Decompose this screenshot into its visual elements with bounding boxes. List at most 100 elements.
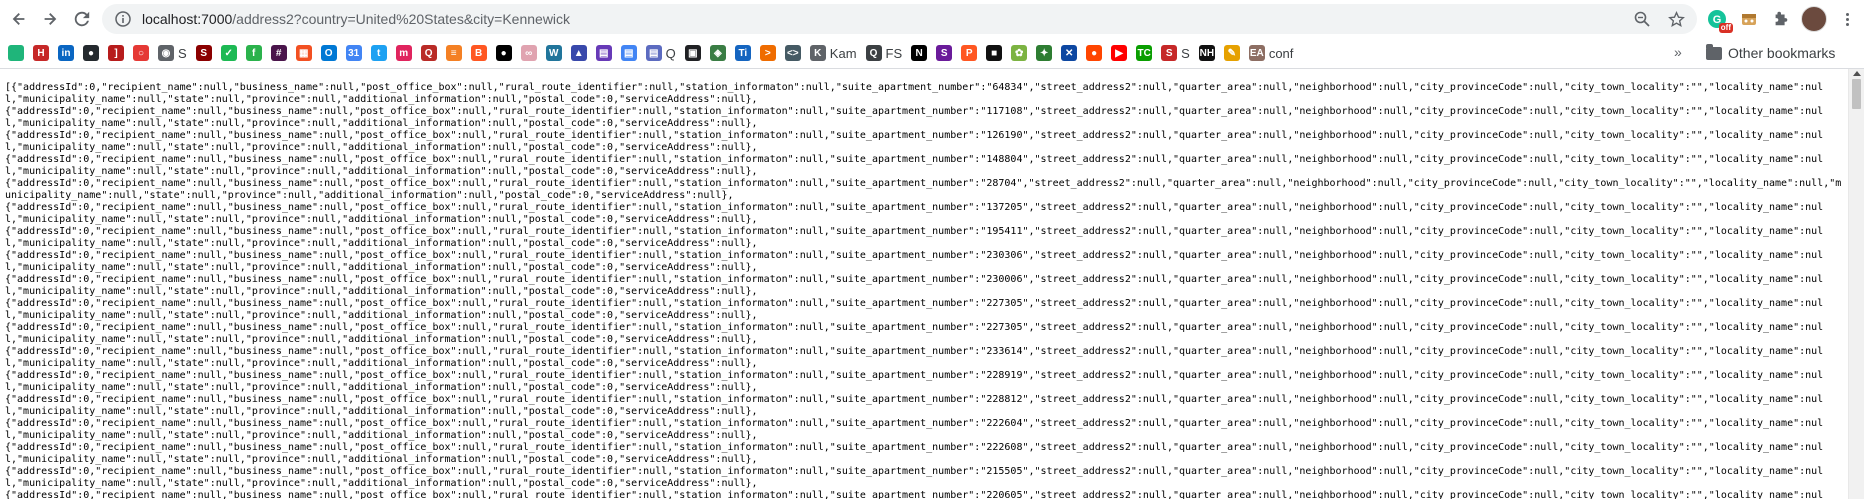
chat-icon: Q [865,45,882,61]
bookmark-item[interactable]: ≡ [445,42,462,64]
bookmark-item[interactable]: > [759,42,776,64]
vertical-scrollbar[interactable] [1848,69,1864,499]
bookmark-item[interactable]: ✓ [220,42,237,64]
arrow-icon: > [759,45,776,61]
bookmark-item[interactable]: ▲ [570,42,587,64]
bookmark-item[interactable]: ▶ [1111,42,1128,64]
sd-icon: S [936,45,953,61]
bookmark-item[interactable]: ✕ [1061,42,1078,64]
bookmark-item[interactable]: TC [1136,42,1153,64]
bookmarks-overflow-chevron-icon[interactable]: » [1674,44,1682,60]
linkedin-icon: in [58,45,74,61]
bookmark-item[interactable]: W [545,42,562,64]
medium-icon: ● [495,45,512,61]
bookmark-item[interactable]: ▣ [684,42,701,64]
extensions-puzzle-icon[interactable] [1769,7,1793,31]
calendar-icon: 31 [345,45,362,61]
red-bracket-icon: ] [108,45,124,61]
back-icon[interactable] [5,5,33,33]
profile-avatar[interactable] [1801,6,1827,32]
bookmark-item[interactable]: 31 [345,42,362,64]
bookmark-item[interactable]: S [936,42,953,64]
bookmark-item[interactable]: ● [83,42,99,64]
bookmark-item[interactable]: ■ [986,42,1003,64]
bookmark-item[interactable]: N [911,42,928,64]
bookmark-star-icon[interactable] [1665,8,1687,30]
wordpress-icon: W [545,45,562,61]
other-bookmarks-folder[interactable]: Other bookmarks [1706,42,1835,64]
bookmark-item[interactable]: Q [420,42,437,64]
chart-icon: ▲ [570,45,587,61]
bookmark-item[interactable]: ○ [133,42,149,64]
bookmark-item[interactable]: B [470,42,487,64]
bookmark-item[interactable]: ∞ [520,42,537,64]
bookmark-item[interactable]: EA conf [1248,42,1294,64]
bookmark-item[interactable]: f [245,42,262,64]
globe-icon: ◉ [158,45,174,61]
diamond-icon: ◈ [709,45,726,61]
bookmark-label: S [178,45,187,61]
extension-box-icon[interactable] [1737,7,1761,31]
grammarly-extension-icon[interactable]: G off [1705,7,1733,33]
tc-icon: TC [1136,45,1153,61]
bookmark-item[interactable]: H [33,42,49,64]
cube-icon [8,45,24,61]
url-text[interactable]: localhost:7000/address2?country=United%2… [142,11,570,27]
bookmark-item[interactable]: t [370,42,387,64]
bookmark-item[interactable]: ◈ [709,42,726,64]
bookmark-item[interactable]: ▤ [595,42,612,64]
youtube-icon: ▶ [1111,45,1128,61]
ti-icon: Ti [734,45,751,61]
zoom-icon[interactable] [1631,8,1653,30]
kam-icon: K [809,45,826,61]
nh-icon: NH [1198,45,1215,61]
bookmark-item[interactable]: K Kam [809,42,857,64]
bookmark-label: Q [665,45,676,61]
bookmark-item[interactable]: Q FS [865,42,902,64]
other-bookmarks-label: Other bookmarks [1728,45,1836,61]
bookmark-item[interactable]: ▤ [620,42,637,64]
bookmark-item[interactable]: ◉ S [158,42,187,64]
bookmark-item[interactable]: Ti [734,42,751,64]
leaf-icon: ✿ [1011,45,1028,61]
bookmark-item[interactable]: ✎ [1223,42,1240,64]
bookmark-item[interactable]: O [320,42,337,64]
bookmark-item[interactable]: ✦ [1036,42,1053,64]
browser-menu-icon[interactable] [1835,7,1859,31]
feedly-icon: f [245,45,262,61]
bookmark-item[interactable]: ✿ [1011,42,1028,64]
bookmark-label: S [1181,45,1190,61]
bookmark-item[interactable]: P [961,42,978,64]
outlook-icon: O [320,45,337,61]
bookmark-label: conf [1268,45,1294,61]
bookmark-item[interactable]: NH [1198,42,1215,64]
bookmark-item[interactable]: m [395,42,412,64]
bookmark-item[interactable]: ▦ [295,42,312,64]
info-icon[interactable] [114,10,132,28]
reload-icon[interactable] [68,5,96,33]
bookmark-item[interactable]: ] [108,42,124,64]
address-bar[interactable]: localhost:7000/address2?country=United%2… [102,4,1697,34]
bookmark-item[interactable]: ● [495,42,512,64]
qr-icon: ▣ [684,45,701,61]
bookmark-item[interactable]: <> [784,42,801,64]
notion-icon: N [911,45,928,61]
bookmark-item[interactable]: ● [1086,42,1103,64]
bookmark-item[interactable]: in [58,42,74,64]
url-path: /address2?country=United%20States&city=K… [232,11,571,27]
github-icon: ● [83,45,99,61]
bookmark-item[interactable]: S [195,42,212,64]
s-icon: S [1161,45,1178,61]
scooter-icon: S [195,45,212,61]
bookmark-item[interactable]: SS [1161,42,1190,64]
bookmark-item[interactable]: ▤ Q [645,42,676,64]
scrollbar-thumb[interactable] [1852,79,1861,109]
browser-toolbar: localhost:7000/address2?country=United%2… [0,0,1864,38]
forward-icon[interactable] [36,5,64,33]
pen-icon: ✎ [1223,45,1240,61]
m-icon: m [395,45,412,61]
scroll-up-arrow-icon[interactable] [1853,71,1861,76]
quora-icon: Q [420,45,437,61]
bookmark-item[interactable]: # [270,42,287,64]
bookmark-item[interactable] [8,42,24,64]
